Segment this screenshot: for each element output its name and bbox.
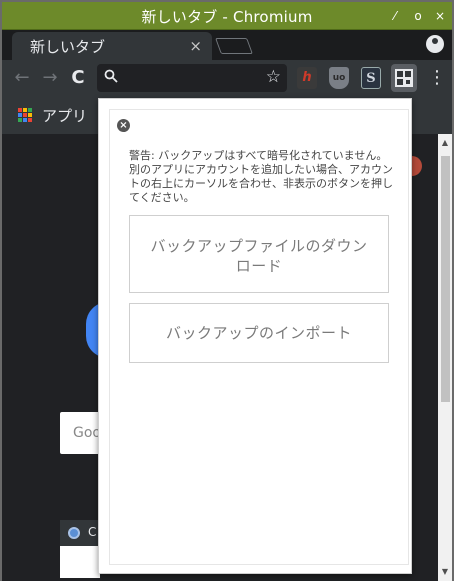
tab-close-icon[interactable]: ×	[189, 37, 202, 55]
minimize-button[interactable]: ⁄	[385, 6, 405, 26]
qr-code-icon	[395, 69, 413, 87]
tab-new-tab[interactable]: 新しいタブ ×	[12, 32, 212, 60]
chromium-icon	[68, 527, 80, 539]
s-extension-icon[interactable]: S	[361, 67, 381, 89]
google-search-box[interactable]: Goo	[60, 412, 100, 454]
search-icon	[104, 69, 118, 83]
apps-grid-icon[interactable]	[18, 108, 32, 122]
import-backup-button[interactable]: バックアップのインポート	[129, 303, 389, 363]
title-bar[interactable]: 新しいタブ - Chromium ⁄ o ×	[2, 2, 452, 30]
apps-grid-dot	[18, 118, 22, 122]
most-visited-tile[interactable]: C	[60, 520, 100, 578]
bookmark-star-icon[interactable]: ☆	[266, 67, 281, 87]
back-button[interactable]: ←	[10, 66, 34, 90]
apps-grid-dot	[23, 113, 27, 117]
browser-window: 新しいタブ - Chromium ⁄ o × 新しいタブ × ← → C ☆ h…	[0, 0, 454, 581]
scroll-down-arrow-icon[interactable]: ▼	[440, 567, 450, 577]
profile-icon[interactable]	[426, 35, 444, 53]
apps-grid-dot	[23, 108, 27, 112]
reload-button[interactable]: C	[66, 66, 90, 90]
apps-bookmark[interactable]: アプリ	[42, 105, 87, 126]
tab-strip: 新しいタブ ×	[2, 30, 452, 60]
scrollbar-thumb[interactable]	[441, 156, 450, 402]
new-tab-button[interactable]	[215, 38, 253, 54]
apps-grid-dot	[23, 118, 27, 122]
download-backup-button[interactable]: バックアップファイルのダウンロード	[129, 215, 389, 293]
apps-grid-dot	[18, 108, 22, 112]
ublock-extension-icon[interactable]: uo	[329, 67, 349, 89]
scroll-up-arrow-icon[interactable]: ▲	[440, 138, 450, 148]
h-extension-icon[interactable]: h	[297, 67, 317, 89]
tile-title: C	[88, 525, 97, 539]
menu-icon[interactable]: ⋮	[428, 68, 446, 88]
tile-header: C	[60, 520, 100, 546]
toolbar: ← → C ☆ h uo S ⋮	[2, 60, 452, 96]
backup-warning-text: 警告: バックアップはすべて暗号化されていません。別のアプリにアカウントを追加し…	[129, 149, 393, 204]
apps-grid-dot	[18, 113, 22, 117]
omnibox[interactable]: ☆	[97, 64, 287, 92]
apps-grid-dot	[28, 108, 32, 112]
apps-grid-dot	[28, 113, 32, 117]
extension-popup: × 警告: バックアップはすべて暗号化されていません。別のアプリにアカウントを追…	[98, 98, 412, 574]
popup-close-icon[interactable]: ×	[117, 119, 130, 132]
tab-label: 新しいタブ	[30, 38, 106, 56]
maximize-button[interactable]: o	[408, 6, 428, 26]
tile-thumbnail	[60, 546, 100, 578]
qr-extension-icon[interactable]	[391, 64, 417, 92]
close-window-button[interactable]: ×	[430, 6, 450, 26]
forward-button[interactable]: →	[38, 66, 62, 90]
apps-grid-dot	[28, 118, 32, 122]
